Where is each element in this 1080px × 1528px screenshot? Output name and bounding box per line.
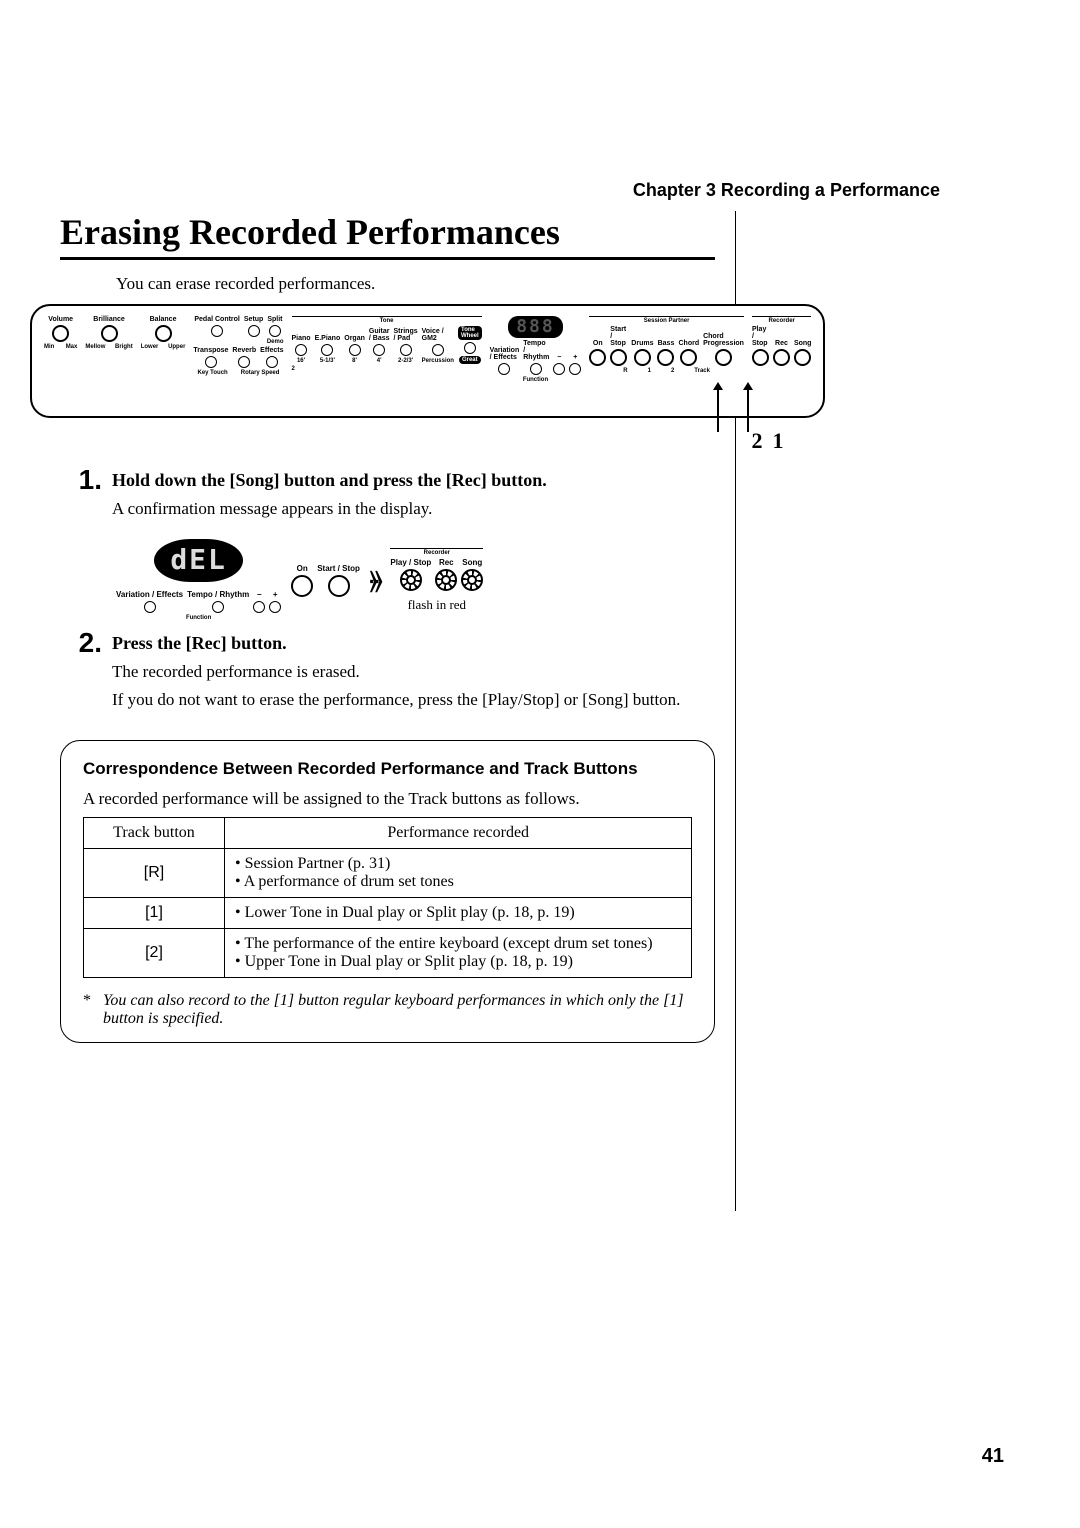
knob-brilliance [101, 325, 118, 342]
label-balance: Balance [150, 316, 177, 323]
btn-recorder-play-stop [752, 349, 769, 366]
info-box-lead: A recorded performance will be assigned … [83, 789, 692, 809]
btn-reverb [238, 356, 250, 368]
step-1-head: Hold down the [Song] button and press th… [112, 470, 715, 491]
table-row: [1] • Lower Tone in Dual play or Split p… [84, 898, 692, 929]
perf-cell-r: • Session Partner (p. 31) • A performanc… [225, 849, 692, 898]
fig-btn-plus [269, 601, 281, 613]
btn-plus [569, 363, 581, 375]
callout-number-2: 2 [751, 428, 762, 454]
step-2: 2. Press the [Rec] button. The recorded … [60, 627, 715, 710]
step-2-body-2: If you do not want to erase the performa… [112, 690, 715, 710]
step-1-body-1: A confirmation message appears in the di… [112, 499, 715, 519]
perf-cell-1: • Lower Tone in Dual play or Split play … [225, 898, 692, 929]
table-header-track: Track button [84, 818, 225, 849]
seven-segment-display: 888 [508, 316, 563, 338]
track-cell-1: [1] [84, 898, 225, 929]
track-button-table: Track button Performance recorded [R] • … [83, 817, 692, 978]
track-button-info-box: Correspondence Between Recorded Performa… [60, 740, 715, 1043]
chapter-header: Chapter 3 Recording a Performance [60, 180, 1020, 201]
footnote-text: You can also record to the [1] button re… [103, 992, 692, 1028]
btn-session-chord [680, 349, 697, 366]
knob-volume [52, 325, 69, 342]
btn-transpose [205, 356, 217, 368]
btn-tone-organ [349, 344, 361, 356]
btn-tone-voice-gm2 [432, 344, 444, 356]
step-number: 2. [60, 627, 102, 710]
btn-tone-epiano [321, 344, 333, 356]
fig-btn-minus [253, 601, 265, 613]
btn-tone-strings-pad [400, 344, 412, 356]
intro-text: You can erase recorded performances. [116, 274, 715, 294]
table-row: [R] • Session Partner (p. 31) • A perfor… [84, 849, 692, 898]
label-volume: Volume [48, 316, 73, 323]
track-cell-r: [R] [84, 849, 225, 898]
btn-session-drums [634, 349, 651, 366]
btn-pedal-control [211, 325, 223, 337]
track-cell-2: [2] [84, 929, 225, 978]
btn-minus [553, 363, 565, 375]
label-brilliance: Brilliance [93, 316, 125, 323]
sound-waves-icon: ⦒⦒ [370, 569, 380, 591]
btn-session-start-stop [610, 349, 627, 366]
fig-btn-start-stop [328, 575, 350, 597]
footnote-mark: * [83, 992, 91, 1028]
page-number: 41 [982, 1445, 1004, 1468]
step-2-body-1: The recorded performance is erased. [112, 662, 715, 682]
btn-effects [266, 356, 278, 368]
btn-session-on [589, 349, 606, 366]
btn-recorder-song [794, 349, 811, 366]
btn-recorder-rec [773, 349, 790, 366]
fig-btn-variation-effects [144, 601, 156, 613]
footnote: * You can also record to the [1] button … [83, 992, 692, 1028]
perf-cell-2: • The performance of the entire keyboard… [225, 929, 692, 978]
fig-btn-play-stop-flash [400, 569, 422, 591]
fig-btn-rec-flash [435, 569, 457, 591]
step-number: 1. [60, 464, 102, 519]
knob-balance [155, 325, 172, 342]
flash-note: flash in red [408, 597, 466, 613]
del-figure: dEL Variation / Effects Tempo / Rhythm −… [116, 539, 715, 621]
btn-tempo-rhythm [530, 363, 542, 375]
btn-tone-piano [295, 344, 307, 356]
fig-btn-on [291, 575, 313, 597]
btn-tone-wheel [464, 342, 476, 354]
step-2-head: Press the [Rec] button. [112, 633, 715, 654]
callout-arrow-1 [747, 388, 749, 432]
btn-split [269, 325, 281, 337]
info-box-title: Correspondence Between Recorded Performa… [83, 759, 692, 779]
btn-session-bass [657, 349, 674, 366]
callout-arrow-2 [717, 388, 719, 432]
table-row: [2] • The performance of the entire keyb… [84, 929, 692, 978]
btn-tone-guitar-bass [373, 344, 385, 356]
fig-btn-song-flash [461, 569, 483, 591]
btn-setup [248, 325, 260, 337]
table-header-perf: Performance recorded [225, 818, 692, 849]
btn-session-chord-progression [715, 349, 732, 366]
del-display: dEL [154, 539, 243, 582]
front-panel-diagram: Volume Min Max Brilliance Mellow Bright … [30, 304, 825, 418]
step-1: 1. Hold down the [Song] button and press… [60, 464, 715, 519]
callout-number-1: 1 [772, 428, 783, 454]
fig-btn-tempo-rhythm [212, 601, 224, 613]
btn-variation-effects [498, 363, 510, 375]
page-title: Erasing Recorded Performances [60, 211, 715, 260]
